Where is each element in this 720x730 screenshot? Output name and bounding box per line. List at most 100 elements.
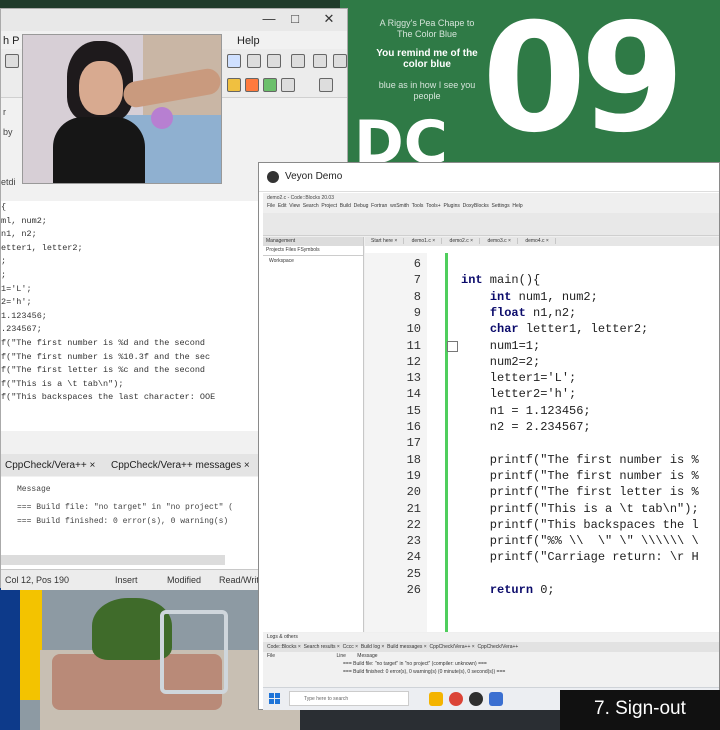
menu-file[interactable]: File [267, 203, 275, 209]
line-number: 9 [413, 305, 421, 320]
toolbar-icon[interactable] [227, 78, 241, 92]
menu-search[interactable]: Search [303, 203, 319, 209]
code-line: f("This backspaces the last character: O… [1, 392, 216, 403]
taskbar-search-input[interactable]: Type here to search [289, 691, 409, 706]
toolbar-icon[interactable] [245, 78, 259, 92]
keyword: return [489, 583, 534, 597]
toolbar-icon[interactable] [319, 78, 333, 92]
status-mode: Insert [115, 575, 138, 585]
code-line: 9 float n1,n2; [365, 306, 719, 322]
menu-doxyblocks[interactable]: DoxyBlocks [463, 203, 489, 209]
menu-view[interactable]: View [289, 203, 300, 209]
tab-demo4[interactable]: demo4.c × [519, 238, 556, 244]
toolbar-icon[interactable] [267, 54, 281, 68]
status-position: Col 12, Pos 190 [5, 575, 70, 585]
menu-fortran[interactable]: Fortran [371, 203, 387, 209]
line-number: 11 [406, 338, 421, 353]
menu-tools[interactable]: Tools [412, 203, 424, 209]
log-tab[interactable]: Code::Blocks × [267, 644, 301, 650]
toolbar-icon[interactable] [291, 54, 305, 68]
toolbar-icon[interactable] [227, 54, 241, 68]
stop-icon[interactable] [333, 54, 347, 68]
management-title: Management [263, 237, 363, 246]
log-tab[interactable]: Build messages × [387, 644, 427, 650]
keyword: char [489, 322, 519, 337]
line-number: 23 [406, 534, 421, 549]
maximize-icon[interactable]: □ [285, 11, 305, 26]
menu-build[interactable]: Build [340, 203, 351, 209]
menu-edit[interactable]: Edit [278, 203, 287, 209]
line-number: 21 [406, 501, 421, 516]
log-row: === Build file: "no target" in "no proje… [343, 661, 487, 667]
toolbar-icon[interactable] [263, 78, 277, 92]
codeblocks-icon[interactable] [489, 692, 503, 706]
code-line: 8 int num1, num2; [365, 290, 719, 306]
minimize-icon[interactable]: — [259, 11, 279, 26]
file-explorer-icon[interactable] [429, 692, 443, 706]
line-number: 14 [406, 387, 421, 402]
tab-cppcheck[interactable]: CppCheck/Vera++ × [5, 460, 95, 471]
code-text: printf("The first letter is % [461, 485, 699, 500]
horizontal-scrollbar[interactable] [1, 555, 225, 565]
menu-tools-plus[interactable]: Tools+ [426, 203, 441, 209]
remote-codeblocks: demo2.c - Code::Blocks 20.03 File Edit V… [263, 193, 719, 687]
code-line: 13 letter1='L'; [365, 371, 719, 387]
code-text: int main(){ [461, 273, 541, 288]
close-icon[interactable]: ✕ [319, 11, 339, 27]
workspace-item[interactable]: Workspace [263, 256, 363, 264]
management-panel: Management Projects Files FSymbols Works… [263, 237, 364, 632]
menu-plugins[interactable]: Plugins [443, 203, 459, 209]
log-tab[interactable]: Build log × [361, 644, 385, 650]
pause-icon[interactable] [313, 54, 327, 68]
left-menu-help[interactable]: Help [237, 35, 260, 47]
code-line: 2='h'; [1, 297, 32, 308]
menu-debug[interactable]: Debug [354, 203, 369, 209]
logs-header-row: File Line Message [263, 652, 719, 660]
logs-panel: Logs & others Code::Blocks × Search resu… [263, 633, 719, 687]
left-code-editor[interactable]: { ml, num2; n1, n2; etter1, letter2; ; ;… [1, 201, 271, 431]
tab-demo2[interactable]: demo2.c × [443, 238, 481, 244]
line-number: 22 [406, 517, 421, 532]
tab-demo1[interactable]: demo1.c × [405, 238, 443, 244]
code-text: printf("This is a \t tab\n"); [461, 501, 699, 516]
toolbar-icon[interactable] [281, 78, 295, 92]
menu-wxsmith[interactable]: wxSmith [390, 203, 409, 209]
toolbar-icon[interactable] [247, 54, 261, 68]
windows-start-icon[interactable] [269, 693, 281, 705]
log-line: === Build finished: 0 error(s), 0 warnin… [17, 517, 229, 526]
code-line: ; [1, 269, 7, 280]
left-menu-fragment[interactable]: h P [3, 35, 20, 47]
menu-help[interactable]: Help [512, 203, 522, 209]
code-line: 24 printf("Carriage return: \r H [365, 550, 719, 566]
log-tab[interactable]: CppCheck/Vera++ [477, 644, 518, 650]
tab-start-here[interactable]: Start here × [365, 238, 405, 244]
sidebar-fragment: etdi [1, 177, 16, 187]
veyon-icon[interactable] [469, 692, 483, 706]
code-line: { [1, 202, 7, 212]
code-line: 21 printf("This is a \t tab\n"); [365, 502, 719, 518]
code-text: return 0; [489, 583, 555, 597]
chrome-icon[interactable] [449, 692, 463, 706]
codeblocks-title: demo2.c - Code::Blocks 20.03 [267, 195, 334, 201]
log-tab[interactable]: Cccc × [343, 644, 358, 650]
code-editor[interactable]: Start here × demo1.c × demo2.c × demo3.c… [365, 237, 719, 632]
management-tabs[interactable]: Projects Files FSymbols [263, 246, 363, 256]
left-sidebar: r by etdi [1, 97, 21, 197]
line-number: 20 [406, 485, 421, 500]
log-tab[interactable]: CppCheck/Vera++ × [430, 644, 475, 650]
veyon-logo-icon [267, 171, 279, 183]
menu-settings[interactable]: Settings [492, 203, 510, 209]
menu-project[interactable]: Project [321, 203, 337, 209]
toolbar-icon[interactable] [5, 54, 19, 68]
code-text: num1=1; [461, 338, 541, 353]
log-tab[interactable]: Search results × [304, 644, 340, 650]
tab-cppcheck-messages[interactable]: CppCheck/Vera++ messages × [111, 460, 250, 471]
tab-demo3[interactable]: demo3.c × [481, 238, 518, 244]
logs-title: Logs & others [267, 634, 298, 640]
line-number: 25 [406, 566, 421, 581]
status-modified: Modified [167, 575, 202, 585]
photo-wall [0, 580, 20, 730]
poster-quote-bottom: blue as in how I see you people [378, 80, 476, 101]
code-text: num2=2; [461, 354, 541, 369]
code-text: printf("Carriage return: \r H [461, 550, 699, 565]
